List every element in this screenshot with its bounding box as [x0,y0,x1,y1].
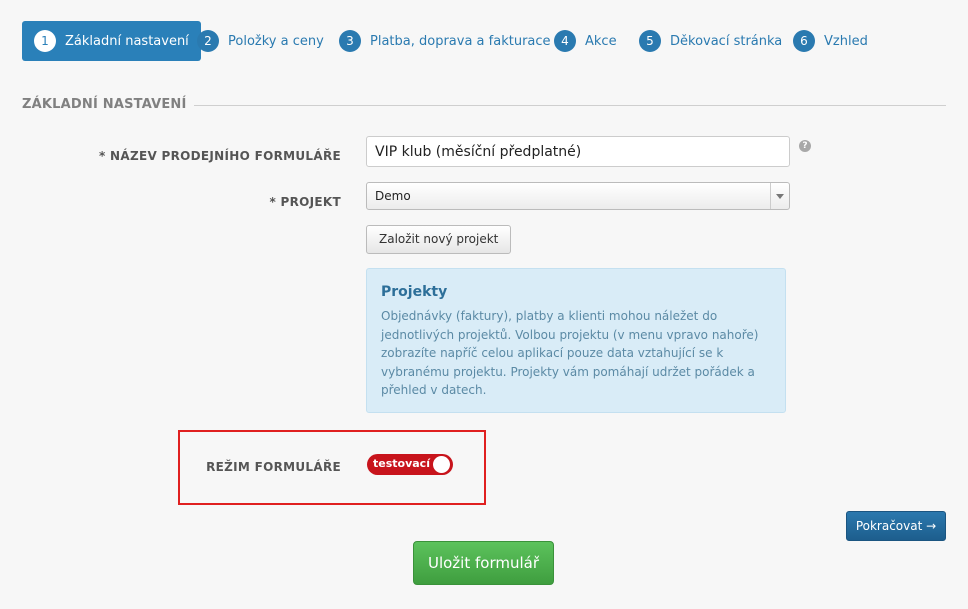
step-3-payment-shipping[interactable]: 3 Platba, doprava a fakturace [339,21,551,61]
projects-info-box: Projekty Objednávky (faktury), platby a … [366,268,786,413]
select-arrow-box [770,183,789,209]
step-4-actions[interactable]: 4 Akce [554,21,617,61]
form-name-label: * NÁZEV PRODEJNÍHO FORMULÁŘE [98,149,341,163]
section-divider [194,105,946,106]
step-5-thank-you-page[interactable]: 5 Děkovací stránka [639,21,782,61]
info-box-text: Objednávky (faktury), platby a klienti m… [381,309,759,397]
toggle-label: testovací [373,457,430,470]
step-number: 5 [639,30,661,52]
info-box-title: Projekty [381,284,448,300]
help-icon[interactable]: ? [799,140,811,152]
continue-button[interactable]: Pokračovat → [846,511,946,541]
step-label: Platba, doprava a fakturace [370,33,551,49]
project-label: * PROJEKT [269,195,341,209]
form-mode-label: REŽIM FORMULÁŘE [206,460,341,474]
project-select[interactable]: Demo [366,182,790,210]
step-number: 4 [554,30,576,52]
chevron-down-icon [776,194,784,199]
step-number: 1 [34,30,56,52]
step-number: 6 [793,30,815,52]
step-label: Základní nastavení [65,33,189,49]
save-form-button[interactable]: Uložit formulář [413,541,554,585]
section-title: ZÁKLADNÍ NASTAVENÍ [22,97,187,112]
step-2-items-prices[interactable]: 2 Položky a ceny [197,21,324,61]
step-number: 3 [339,30,361,52]
step-6-appearance[interactable]: 6 Vzhled [793,21,868,61]
form-name-input[interactable] [366,136,790,167]
new-project-button[interactable]: Založit nový projekt [366,225,512,254]
step-label: Položky a ceny [228,33,324,49]
step-number: 2 [197,30,219,52]
toggle-knob [433,456,450,473]
step-1-basic-settings[interactable]: 1 Základní nastavení [22,21,201,61]
step-label: Děkovací stránka [670,33,783,49]
step-label: Akce [585,33,617,49]
project-select-value: Demo [375,189,411,203]
step-label: Vzhled [824,33,868,49]
form-mode-toggle[interactable]: testovací [367,454,453,475]
